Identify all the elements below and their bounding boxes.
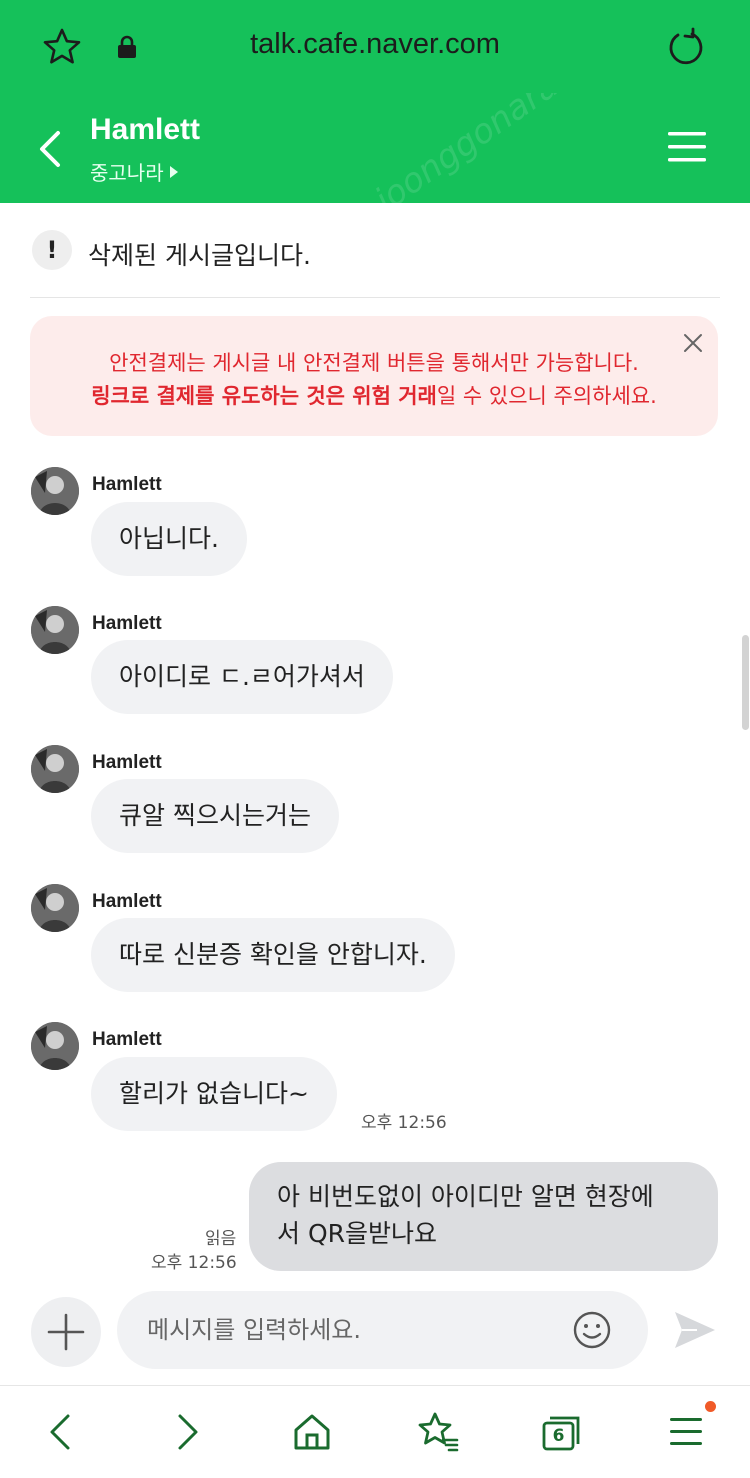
message-time: 오후 12:56 xyxy=(361,1113,447,1133)
emoji-icon[interactable] xyxy=(572,1310,612,1350)
avatar[interactable] xyxy=(31,745,79,793)
chat-header: joonggonara Hamlett 중고나라 xyxy=(0,93,750,203)
scrollbar[interactable] xyxy=(742,635,749,730)
warning-bold-text: 링크로 결제를 유도하는 것은 위험 거래 xyxy=(91,384,437,408)
warning-rest-text: 일 수 있으니 주의하세요. xyxy=(436,384,657,408)
warning-line-2: 링크로 결제를 유도하는 것은 위험 거래일 수 있으니 주의하세요. xyxy=(30,380,718,410)
avatar[interactable] xyxy=(31,606,79,654)
cafe-name-link[interactable]: 중고나라 xyxy=(90,157,178,186)
avatar[interactable] xyxy=(31,467,79,515)
sender-name: Hamlett xyxy=(92,752,162,773)
url-text[interactable]: talk.cafe.naver.com xyxy=(0,28,750,61)
exclamation-icon: ! xyxy=(32,230,72,270)
warning-line-1: 안전결제는 게시글 내 안전결제 버튼을 통해서만 가능합니다. xyxy=(109,351,639,375)
message-input[interactable] xyxy=(147,1291,567,1369)
bookmarks-icon[interactable] xyxy=(415,1410,459,1454)
plus-icon xyxy=(47,1313,85,1351)
sender-name: Hamlett xyxy=(92,1029,162,1050)
message-bubble[interactable]: 따로 신분증 확인을 안합니자. xyxy=(91,918,455,992)
safe-payment-warning: 안전결제는 게시글 내 안전결제 버튼을 통해서만 가능합니다. 링크로 결제를… xyxy=(30,316,718,436)
nav-back-icon[interactable] xyxy=(38,1410,82,1454)
avatar[interactable] xyxy=(31,884,79,932)
cafe-name: 중고나라 xyxy=(90,161,164,185)
sender-name: Hamlett xyxy=(92,613,162,634)
send-icon[interactable] xyxy=(673,1310,717,1350)
browser-url-bar: talk.cafe.naver.com xyxy=(0,0,750,93)
hamburger-menu-icon[interactable] xyxy=(668,130,706,164)
my-message-line-1: 아 비번도없이 아이디만 알면 현장에 xyxy=(277,1182,654,1211)
read-status: 읽음 xyxy=(205,1229,237,1249)
message-bubble[interactable]: 큐알 찍으시는거는 xyxy=(91,779,339,853)
my-message-line-2: 서 QR을받나요 xyxy=(277,1219,437,1248)
close-icon[interactable] xyxy=(682,332,704,354)
notification-dot xyxy=(705,1401,716,1412)
deleted-post-notice: ! 삭제된 게시글입니다. xyxy=(30,228,720,298)
message-bubble[interactable]: 아닙니다. xyxy=(91,502,247,576)
tabs-button[interactable]: 6 xyxy=(540,1410,584,1454)
message-input-box xyxy=(117,1291,648,1369)
sender-name: Hamlett xyxy=(92,474,162,495)
tab-count: 6 xyxy=(552,1426,565,1446)
message-time: 오후 12:56 xyxy=(151,1253,237,1273)
back-arrow-icon[interactable] xyxy=(34,127,68,171)
browser-bottom-nav: 6 xyxy=(0,1385,750,1478)
menu-icon[interactable] xyxy=(666,1410,710,1454)
deleted-post-text: 삭제된 게시글입니다. xyxy=(88,241,311,270)
home-icon[interactable] xyxy=(290,1410,334,1454)
watermark: joonggonara xyxy=(367,93,566,203)
attach-button[interactable] xyxy=(31,1297,101,1367)
reload-icon[interactable] xyxy=(666,27,706,67)
avatar[interactable] xyxy=(31,1022,79,1070)
nav-forward-icon[interactable] xyxy=(166,1410,210,1454)
sender-name: Hamlett xyxy=(92,891,162,912)
chevron-right-icon xyxy=(169,165,178,178)
chat-title: Hamlett xyxy=(90,113,201,146)
my-message-bubble[interactable]: 아 비번도없이 아이디만 알면 현장에 서 QR을받나요 xyxy=(249,1162,718,1271)
message-bubble[interactable]: 아이디로 ㄷ.ㄹ어가셔서 xyxy=(91,640,393,714)
message-bubble[interactable]: 할리가 없습니다~ xyxy=(91,1057,337,1131)
